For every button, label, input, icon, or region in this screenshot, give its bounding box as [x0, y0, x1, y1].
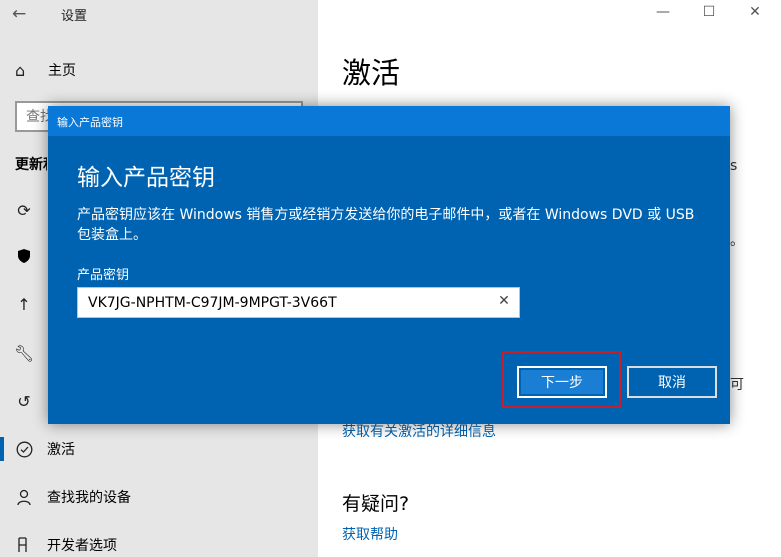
sidebar-item-developer-options[interactable]: 开发者选项: [0, 527, 318, 557]
upload-icon: ↑: [17, 294, 31, 314]
dialog-title: 输入产品密钥: [57, 116, 123, 129]
question-heading: 有疑问?: [342, 493, 410, 515]
page-title: 激活: [342, 56, 401, 90]
home-icon: ⌂: [15, 60, 26, 80]
check-circle-icon: [14, 441, 34, 458]
obscured-text-fragment: 可: [730, 377, 744, 393]
dialog-description: 产品密钥应该在 Windows 销售方或经销方发送给你的电子邮件中，或者在 Wi…: [77, 207, 695, 243]
sidebar-item-label: 查找我的设备: [47, 490, 131, 506]
maximize-button[interactable]: ☐: [699, 4, 719, 20]
dialog-titlebar: 输入产品密钥: [48, 106, 730, 136]
activation-info-link[interactable]: 获取有关激活的详细信息: [342, 421, 496, 441]
get-help-link[interactable]: 获取帮助: [342, 524, 398, 544]
product-key-field[interactable]: ✕: [77, 287, 520, 318]
close-button[interactable]: ✕: [745, 4, 765, 20]
sidebar-item-home[interactable]: ⌂ 主页: [15, 60, 76, 80]
dialog-heading: 输入产品密钥: [77, 165, 215, 191]
sidebar-item-label: 开发者选项: [47, 538, 117, 554]
obscured-text-fragment: s: [730, 158, 738, 174]
sidebar-item-label: 激活: [47, 442, 75, 458]
sidebar-item-find-my-device[interactable]: 查找我的设备: [0, 479, 318, 515]
clear-icon[interactable]: ✕: [496, 293, 512, 309]
minimize-button[interactable]: —: [653, 4, 673, 20]
product-key-label: 产品密钥: [77, 268, 130, 283]
sync-icon: ⟳: [17, 200, 31, 220]
shield-icon: [14, 248, 34, 264]
next-button[interactable]: 下一步: [517, 366, 607, 398]
product-key-input[interactable]: [78, 288, 478, 317]
app-title: 设置: [61, 9, 88, 24]
sidebar-item-activation[interactable]: 激活: [0, 431, 318, 467]
section-title: 更新和安全: [15, 157, 47, 173]
wrench-icon: 🔧︎: [13, 343, 35, 363]
obscured-text-fragment: 。: [730, 233, 744, 249]
history-icon: ↺: [17, 391, 31, 411]
back-arrow-icon[interactable]: ←: [12, 4, 26, 24]
sidebar-item-label: 主页: [48, 63, 76, 79]
cancel-button[interactable]: 取消: [627, 366, 717, 398]
person-locate-icon: [14, 489, 34, 506]
product-key-dialog: 输入产品密钥 输入产品密钥 产品密钥应该在 Windows 销售方或经销方发送给…: [48, 106, 730, 424]
developer-icon: [14, 537, 34, 553]
